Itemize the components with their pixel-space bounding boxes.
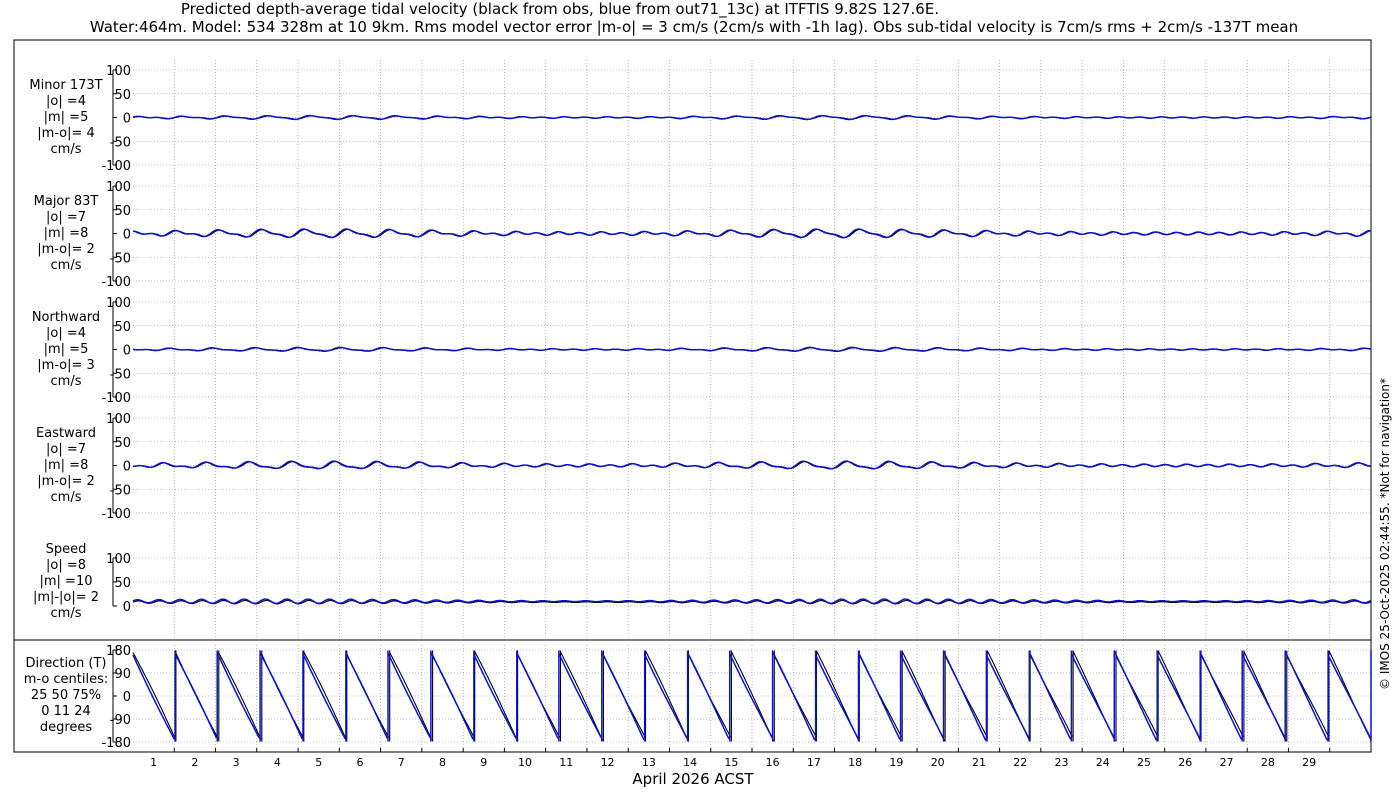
panel-label-line: Northward [32, 310, 100, 325]
x-tick-label: 8 [439, 756, 446, 769]
x-tick-label: 3 [233, 756, 240, 769]
y-tick-label: 50 [114, 576, 131, 591]
y-tick-label: 180 [106, 644, 131, 659]
panel-label-line: 0 11 24 [41, 704, 91, 719]
panel-label-line: |m-o|= 3 [37, 358, 95, 373]
y-tick-label: 0 [123, 228, 131, 243]
panel-label-line: degrees [40, 720, 93, 735]
panel-label-line: |o| =7 [46, 442, 86, 457]
x-tick-label: 27 [1220, 756, 1234, 769]
y-tick-label: -100 [101, 507, 131, 522]
y-tick-label: 100 [106, 180, 131, 195]
x-tick-label: 22 [1013, 756, 1027, 769]
series-layer [132, 114, 1372, 742]
y-tick-label: 0 [123, 112, 131, 127]
x-tick-label: 15 [724, 756, 738, 769]
x-tick-label: 9 [480, 756, 487, 769]
panel-label-line: |m|-|o|= 2 [33, 590, 99, 605]
panel-label-line: Major 83T [34, 194, 99, 209]
panel-label-line: |m-o|= 2 [37, 474, 95, 489]
x-tick-label: 26 [1178, 756, 1192, 769]
x-tick-label: 20 [931, 756, 945, 769]
y-tick-label: 90 [114, 667, 131, 682]
x-tick-label: 2 [191, 756, 198, 769]
x-tick-label: 25 [1137, 756, 1151, 769]
x-tick-label: 4 [274, 756, 281, 769]
y-tick-label: 100 [106, 296, 131, 311]
y-tick-label: 50 [114, 88, 131, 103]
y-tick-label: 0 [123, 690, 131, 705]
y-tick-label: -100 [101, 275, 131, 290]
x-tick-label: 11 [559, 756, 573, 769]
y-tick-label: 100 [106, 552, 131, 567]
panel-label-line: |m| =10 [40, 574, 93, 589]
y-tick-label: 0 [123, 600, 131, 615]
copyright-notice: © IMOS 25-Oct-2025 02:44:55. *Not for na… [1378, 378, 1392, 690]
panel-label-layer: Minor 173T|o| =4|m| =5|m-o|= 4cm/sMajor … [24, 78, 109, 735]
panel-label-line: |m| =8 [44, 226, 89, 241]
x-tick-label: 5 [315, 756, 322, 769]
panel-label-line: |m-o|= 4 [37, 126, 95, 141]
x-tick-label: 29 [1302, 756, 1316, 769]
x-tick-label: 21 [972, 756, 986, 769]
panel-label-line: cm/s [51, 490, 82, 505]
x-axis-label: April 2026 ACST [632, 770, 754, 788]
series-model-line [132, 598, 1372, 605]
x-tick-label: 16 [766, 756, 780, 769]
x-tick-label: 12 [601, 756, 615, 769]
panel-label-line: Speed [46, 542, 87, 557]
y-tick-label: 100 [106, 412, 131, 427]
panel-label-line: |o| =8 [46, 558, 86, 573]
panel-label-line: |m| =5 [44, 110, 89, 125]
y-tick-label: -180 [101, 736, 131, 751]
panel-label-line: cm/s [51, 374, 82, 389]
panel-label-line: |o| =4 [46, 94, 86, 109]
panel-label-line: Minor 173T [29, 78, 102, 93]
panel-label-line: cm/s [51, 258, 82, 273]
x-tick-label: 6 [356, 756, 363, 769]
x-tick-label: 28 [1261, 756, 1275, 769]
x-tick-label: 19 [889, 756, 903, 769]
panel-label-line: Eastward [36, 426, 96, 441]
panel-label-line: cm/s [51, 142, 82, 157]
x-tick-label: 7 [398, 756, 405, 769]
x-tick-label: 10 [518, 756, 532, 769]
y-tick-label: 0 [123, 460, 131, 475]
y-tick-label: 50 [114, 436, 131, 451]
upper-panel-frame [13, 39, 1372, 641]
y-tick-label: -100 [101, 391, 131, 406]
tidal-velocity-chart: 1 2 3 4 5 6 7 8 9 10 11 12 13 14 15 16 17 18 19 20 21 22 23 24 2… [13, 39, 1372, 788]
panel-label-line: |m-o|= 2 [37, 242, 95, 257]
y-tick-label: 0 [123, 344, 131, 359]
y-tick-label: -100 [101, 159, 131, 174]
x-tick-label: 17 [807, 756, 821, 769]
x-tick-label: 18 [848, 756, 862, 769]
panel-label-line: |m| =8 [44, 458, 89, 473]
x-tick-label: 24 [1096, 756, 1110, 769]
x-tick-label: 14 [683, 756, 697, 769]
x-tick-label: 13 [642, 756, 656, 769]
panel-label-line: |o| =7 [46, 210, 86, 225]
panel-label-line: |o| =4 [46, 326, 86, 341]
grid-layer [133, 60, 1371, 752]
axis-layer: 1 2 3 4 5 6 7 8 9 10 11 12 13 14 15 16 17 18 19 20 21 22 23 24 2… [101, 64, 1331, 769]
panel-label-line: |m| =5 [44, 342, 89, 357]
y-tick-label: 100 [106, 64, 131, 79]
x-tick-label: 23 [1055, 756, 1069, 769]
x-tick-label: 1 [150, 756, 157, 769]
y-tick-label: 50 [114, 204, 131, 219]
panel-label-line: cm/s [51, 606, 82, 621]
y-tick-label: 50 [114, 320, 131, 335]
panel-label-line: 25 50 75% [31, 688, 101, 703]
series-model-line [132, 114, 1372, 121]
panel-label-line: m-o centiles: [24, 672, 109, 687]
panel-label-line: Direction (T) [26, 656, 107, 671]
